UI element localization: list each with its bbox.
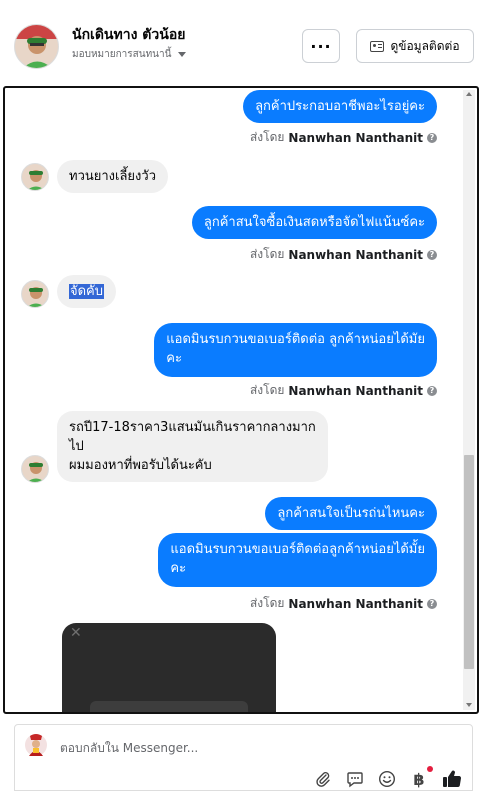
baht-icon[interactable]: ฿ bbox=[409, 769, 429, 789]
message-text: ลูกค้าประกอบอาชีพอะไรอยู่คะ bbox=[255, 99, 425, 114]
contact-name[interactable]: นักเดินทาง ตัวน้อย bbox=[72, 24, 185, 46]
sent-by-prefix: ส่งโดย bbox=[249, 130, 285, 144]
view-contact-label: ดูข้อมูลติดต่อ bbox=[390, 38, 460, 53]
reply-input[interactable]: ตอบกลับใน Messenger... bbox=[60, 739, 198, 758]
media-preview bbox=[90, 701, 248, 712]
sent-by-prefix: ส่งโดย bbox=[249, 383, 285, 397]
message-text: ลูกค้าสนใจซื้อเงินสดหรือจัดไฟแน้นซ์คะ bbox=[203, 215, 425, 230]
help-icon[interactable]: ? bbox=[427, 598, 437, 609]
outgoing-message: ลูกค้าสนใจซื้อเงินสดหรือจัดไฟแน้นซ์คะ bbox=[191, 206, 437, 239]
chat-bubble-icon[interactable] bbox=[345, 769, 365, 789]
media-attachment[interactable]: ✕ bbox=[62, 623, 276, 712]
message-text-line: คะ bbox=[170, 561, 187, 576]
contact-avatar[interactable] bbox=[14, 24, 59, 69]
message-text-line: คะ bbox=[166, 351, 182, 366]
page-avatar bbox=[24, 732, 48, 758]
message-text-line: ไป bbox=[69, 439, 84, 454]
message-text-line: แอดมินรบกวนขอเบอร์ติดต่อ ลูกค้าหน่อยได้ม… bbox=[166, 332, 425, 347]
close-icon[interactable]: ✕ bbox=[70, 625, 82, 641]
view-contact-button[interactable]: ดูข้อมูลติดต่อ bbox=[356, 29, 474, 63]
message-text-line: แอดมินรบกวนขอเบอร์ติดต่อลูกค้าหน่อยได้มั… bbox=[170, 542, 425, 557]
incoming-message: ทวนยางเลี้ยงวัว bbox=[57, 160, 168, 193]
sent-by-label: ส่งโดย Nanwhan Nanthanit ? bbox=[250, 245, 437, 264]
sent-by-prefix: ส่งโดย bbox=[249, 596, 285, 610]
scroll-up-arrow-icon[interactable] bbox=[466, 92, 472, 96]
composer-toolbar: ฿ bbox=[15, 769, 474, 789]
conversation-header: นักเดินทาง ตัวน้อย มอบหมายการสนทนานี้ ··… bbox=[0, 0, 480, 86]
message-text-line: ผมมองหาที่พอรับได้นะคับ bbox=[69, 458, 212, 473]
help-icon[interactable]: ? bbox=[427, 385, 437, 396]
paperclip-icon[interactable] bbox=[313, 769, 333, 789]
sender-name: Nanwhan Nanthanit bbox=[288, 247, 423, 262]
message-thread[interactable]: ลูกค้าประกอบอาชีพอะไรอยู่คะ ส่งโดย Nanwh… bbox=[3, 86, 479, 714]
reply-composer: ตอบกลับใน Messenger... ฿ bbox=[14, 724, 473, 791]
incoming-message: จัดคับ bbox=[57, 275, 117, 308]
message-text-line: รถปี17-18ราคา3แสนมันเกินราคากลางมาก bbox=[69, 420, 316, 435]
message-text: จัดคับ bbox=[69, 284, 105, 299]
sent-by-label: ส่งโดย Nanwhan Nanthanit ? bbox=[250, 594, 437, 613]
assign-conversation-dropdown[interactable]: มอบหมายการสนทนานี้ bbox=[72, 47, 187, 62]
sender-name: Nanwhan Nanthanit bbox=[288, 383, 423, 398]
contact-avatar-small[interactable] bbox=[21, 280, 49, 308]
sent-by-prefix: ส่งโดย bbox=[249, 247, 285, 261]
sender-name: Nanwhan Nanthanit bbox=[288, 596, 423, 611]
message-text: ทวนยางเลี้ยงวัว bbox=[69, 169, 156, 184]
contact-avatar-small[interactable] bbox=[21, 455, 49, 483]
notification-dot bbox=[427, 766, 433, 772]
incoming-message: รถปี17-18ราคา3แสนมันเกินราคากลางมาก ไป ผ… bbox=[57, 411, 328, 482]
sent-by-label: ส่งโดย Nanwhan Nanthanit ? bbox=[250, 128, 437, 147]
thumbs-up-icon[interactable] bbox=[442, 769, 462, 789]
sent-by-label: ส่งโดย Nanwhan Nanthanit ? bbox=[250, 381, 437, 400]
contact-card-icon bbox=[370, 40, 385, 52]
outgoing-message: ลูกค้าประกอบอาชีพอะไรอยู่คะ bbox=[243, 90, 437, 123]
contact-avatar-small[interactable] bbox=[21, 163, 49, 191]
message-text: ลูกค้าสนใจเป็นรถ่นไหนคะ bbox=[277, 506, 425, 521]
outgoing-message: ลูกค้าสนใจเป็นรถ่นไหนคะ bbox=[265, 497, 437, 530]
assign-label: มอบหมายการสนทนานี้ bbox=[72, 49, 172, 60]
help-icon[interactable]: ? bbox=[427, 132, 437, 143]
sender-name: Nanwhan Nanthanit bbox=[288, 130, 423, 145]
scroll-down-arrow-icon[interactable] bbox=[466, 703, 472, 707]
more-options-button[interactable]: ··· bbox=[302, 29, 340, 63]
smiley-icon[interactable] bbox=[377, 769, 397, 789]
scrollbar-thumb[interactable] bbox=[464, 455, 474, 669]
outgoing-message: แอดมินรบกวนขอเบอร์ติดต่อ ลูกค้าหน่อยได้ม… bbox=[154, 323, 437, 377]
help-icon[interactable]: ? bbox=[427, 249, 437, 260]
outgoing-message: แอดมินรบกวนขอเบอร์ติดต่อลูกค้าหน่อยได้มั… bbox=[158, 533, 437, 587]
caret-down-icon bbox=[178, 52, 187, 57]
